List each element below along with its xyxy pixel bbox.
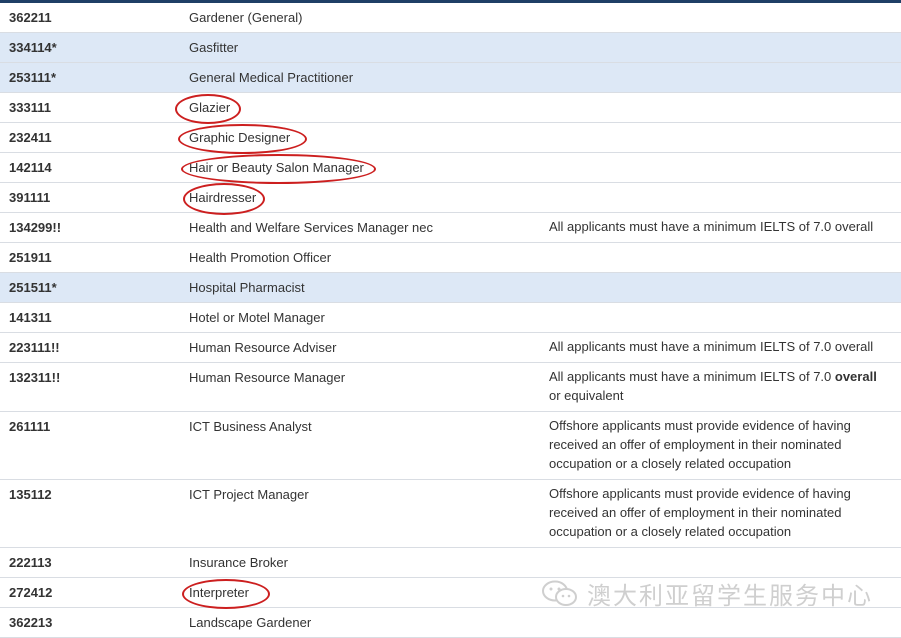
occupation-note xyxy=(549,150,901,157)
occupation-note xyxy=(549,180,901,187)
table-row: 333111 Glazier xyxy=(0,90,901,124)
occupation-code: 272412 xyxy=(9,585,53,600)
table-row: 362213 Landscape Gardener xyxy=(0,608,901,638)
occupation-note xyxy=(549,90,901,97)
occupation-note xyxy=(549,60,901,67)
table-row: 251911 Health Promotion Officer xyxy=(0,243,901,273)
occupation-code: 142114 xyxy=(9,160,52,175)
occupation-name: Human Resource Adviser xyxy=(189,340,337,355)
table-row: 362211 Gardener (General) xyxy=(0,3,901,33)
occupation-code: 362213 xyxy=(9,615,53,630)
table-row: 334114* Gasfitter xyxy=(0,33,901,63)
table-row: 134299!! Health and Welfare Services Man… xyxy=(0,213,901,243)
occupation-note xyxy=(549,120,901,127)
occupation-note: Offshore applicants must provide evidenc… xyxy=(549,486,851,539)
table-row: 132311!! Human Resource Manager All appl… xyxy=(0,363,901,412)
occupation-code: 391111 xyxy=(9,190,51,205)
occupation-code: 253111* xyxy=(9,70,57,85)
table-row: 142114 Hair or Beauty Salon Manager xyxy=(0,150,901,184)
occupation-name: Glazier xyxy=(175,93,549,124)
occupation-name: Hairdresser xyxy=(183,183,549,215)
occupation-note: Offshore applicants must provide evidenc… xyxy=(549,418,851,471)
occupation-name: Hotel or Motel Manager xyxy=(189,310,325,325)
occupation-name: Health Promotion Officer xyxy=(189,250,332,265)
occupation-name: General Medical Practitioner xyxy=(189,70,354,85)
occupation-code: 251511* xyxy=(9,280,57,295)
occupation-note: All applicants must have a minimum IELTS… xyxy=(549,369,877,403)
table-row: 391111 Hairdresser xyxy=(0,180,901,215)
occupation-name: Hospital Pharmacist xyxy=(189,280,305,295)
occupation-note: All applicants must have a minimum IELTS… xyxy=(549,339,874,354)
occupation-code: 141311 xyxy=(9,310,52,325)
table-row: 135112 ICT Project Manager Offshore appl… xyxy=(0,480,901,548)
occupation-code: 135112 xyxy=(9,487,52,502)
occupation-note xyxy=(549,300,901,307)
occupation-table: 362211 Gardener (General) 334114* Gasfit… xyxy=(0,3,901,638)
watermark-text: 澳大利亚留学生服务中心 xyxy=(587,582,873,610)
occupation-code: 362211 xyxy=(9,10,52,25)
occupation-name: Gasfitter xyxy=(189,40,239,55)
occupation-code: 222113 xyxy=(9,555,52,570)
table-row: 141311 Hotel or Motel Manager xyxy=(0,303,901,333)
occupation-name: ICT Business Analyst xyxy=(189,419,312,434)
occupation-code: 333111 xyxy=(9,100,51,115)
wechat-icon xyxy=(542,580,577,606)
occupation-code: 261111 xyxy=(9,419,51,434)
occupation-name: Landscape Gardener xyxy=(189,615,312,630)
table-row: 232411 Graphic Designer xyxy=(0,120,901,154)
occupation-note xyxy=(549,240,901,247)
occupation-code: 232411 xyxy=(9,130,52,145)
occupation-name: Health and Welfare Services Manager nec xyxy=(189,220,433,235)
table-row: 222113 Insurance Broker xyxy=(0,548,901,578)
occupation-name: Gardener (General) xyxy=(189,10,303,25)
table-row: 251511* Hospital Pharmacist xyxy=(0,273,901,303)
occupation-note xyxy=(549,270,901,277)
occupation-name: Human Resource Manager xyxy=(189,370,346,385)
occupation-note xyxy=(549,0,901,7)
table-row: 223111!! Human Resource Adviser All appl… xyxy=(0,333,901,363)
occupation-name: Hair or Beauty Salon Manager xyxy=(181,153,549,184)
occupation-name: Interpreter xyxy=(182,578,549,609)
watermark: 澳大利亚留学生服务中心 xyxy=(541,576,873,611)
occupation-code: 132311!! xyxy=(9,370,61,385)
occupation-name: ICT Project Manager xyxy=(189,487,309,502)
table-row: 253111* General Medical Practitioner xyxy=(0,63,901,93)
table-row: 261111 ICT Business Analyst Offshore app… xyxy=(0,412,901,480)
occupation-note xyxy=(549,30,901,37)
occupation-code: 223111!! xyxy=(9,340,60,355)
occupation-note xyxy=(549,545,901,552)
occupation-note: All applicants must have a minimum IELTS… xyxy=(549,219,874,234)
occupation-name: Insurance Broker xyxy=(189,555,288,570)
occupation-name: Graphic Designer xyxy=(178,123,549,154)
occupation-code: 334114* xyxy=(9,40,57,55)
occupation-code: 251911 xyxy=(9,250,52,265)
occupation-code: 134299!! xyxy=(9,220,62,235)
